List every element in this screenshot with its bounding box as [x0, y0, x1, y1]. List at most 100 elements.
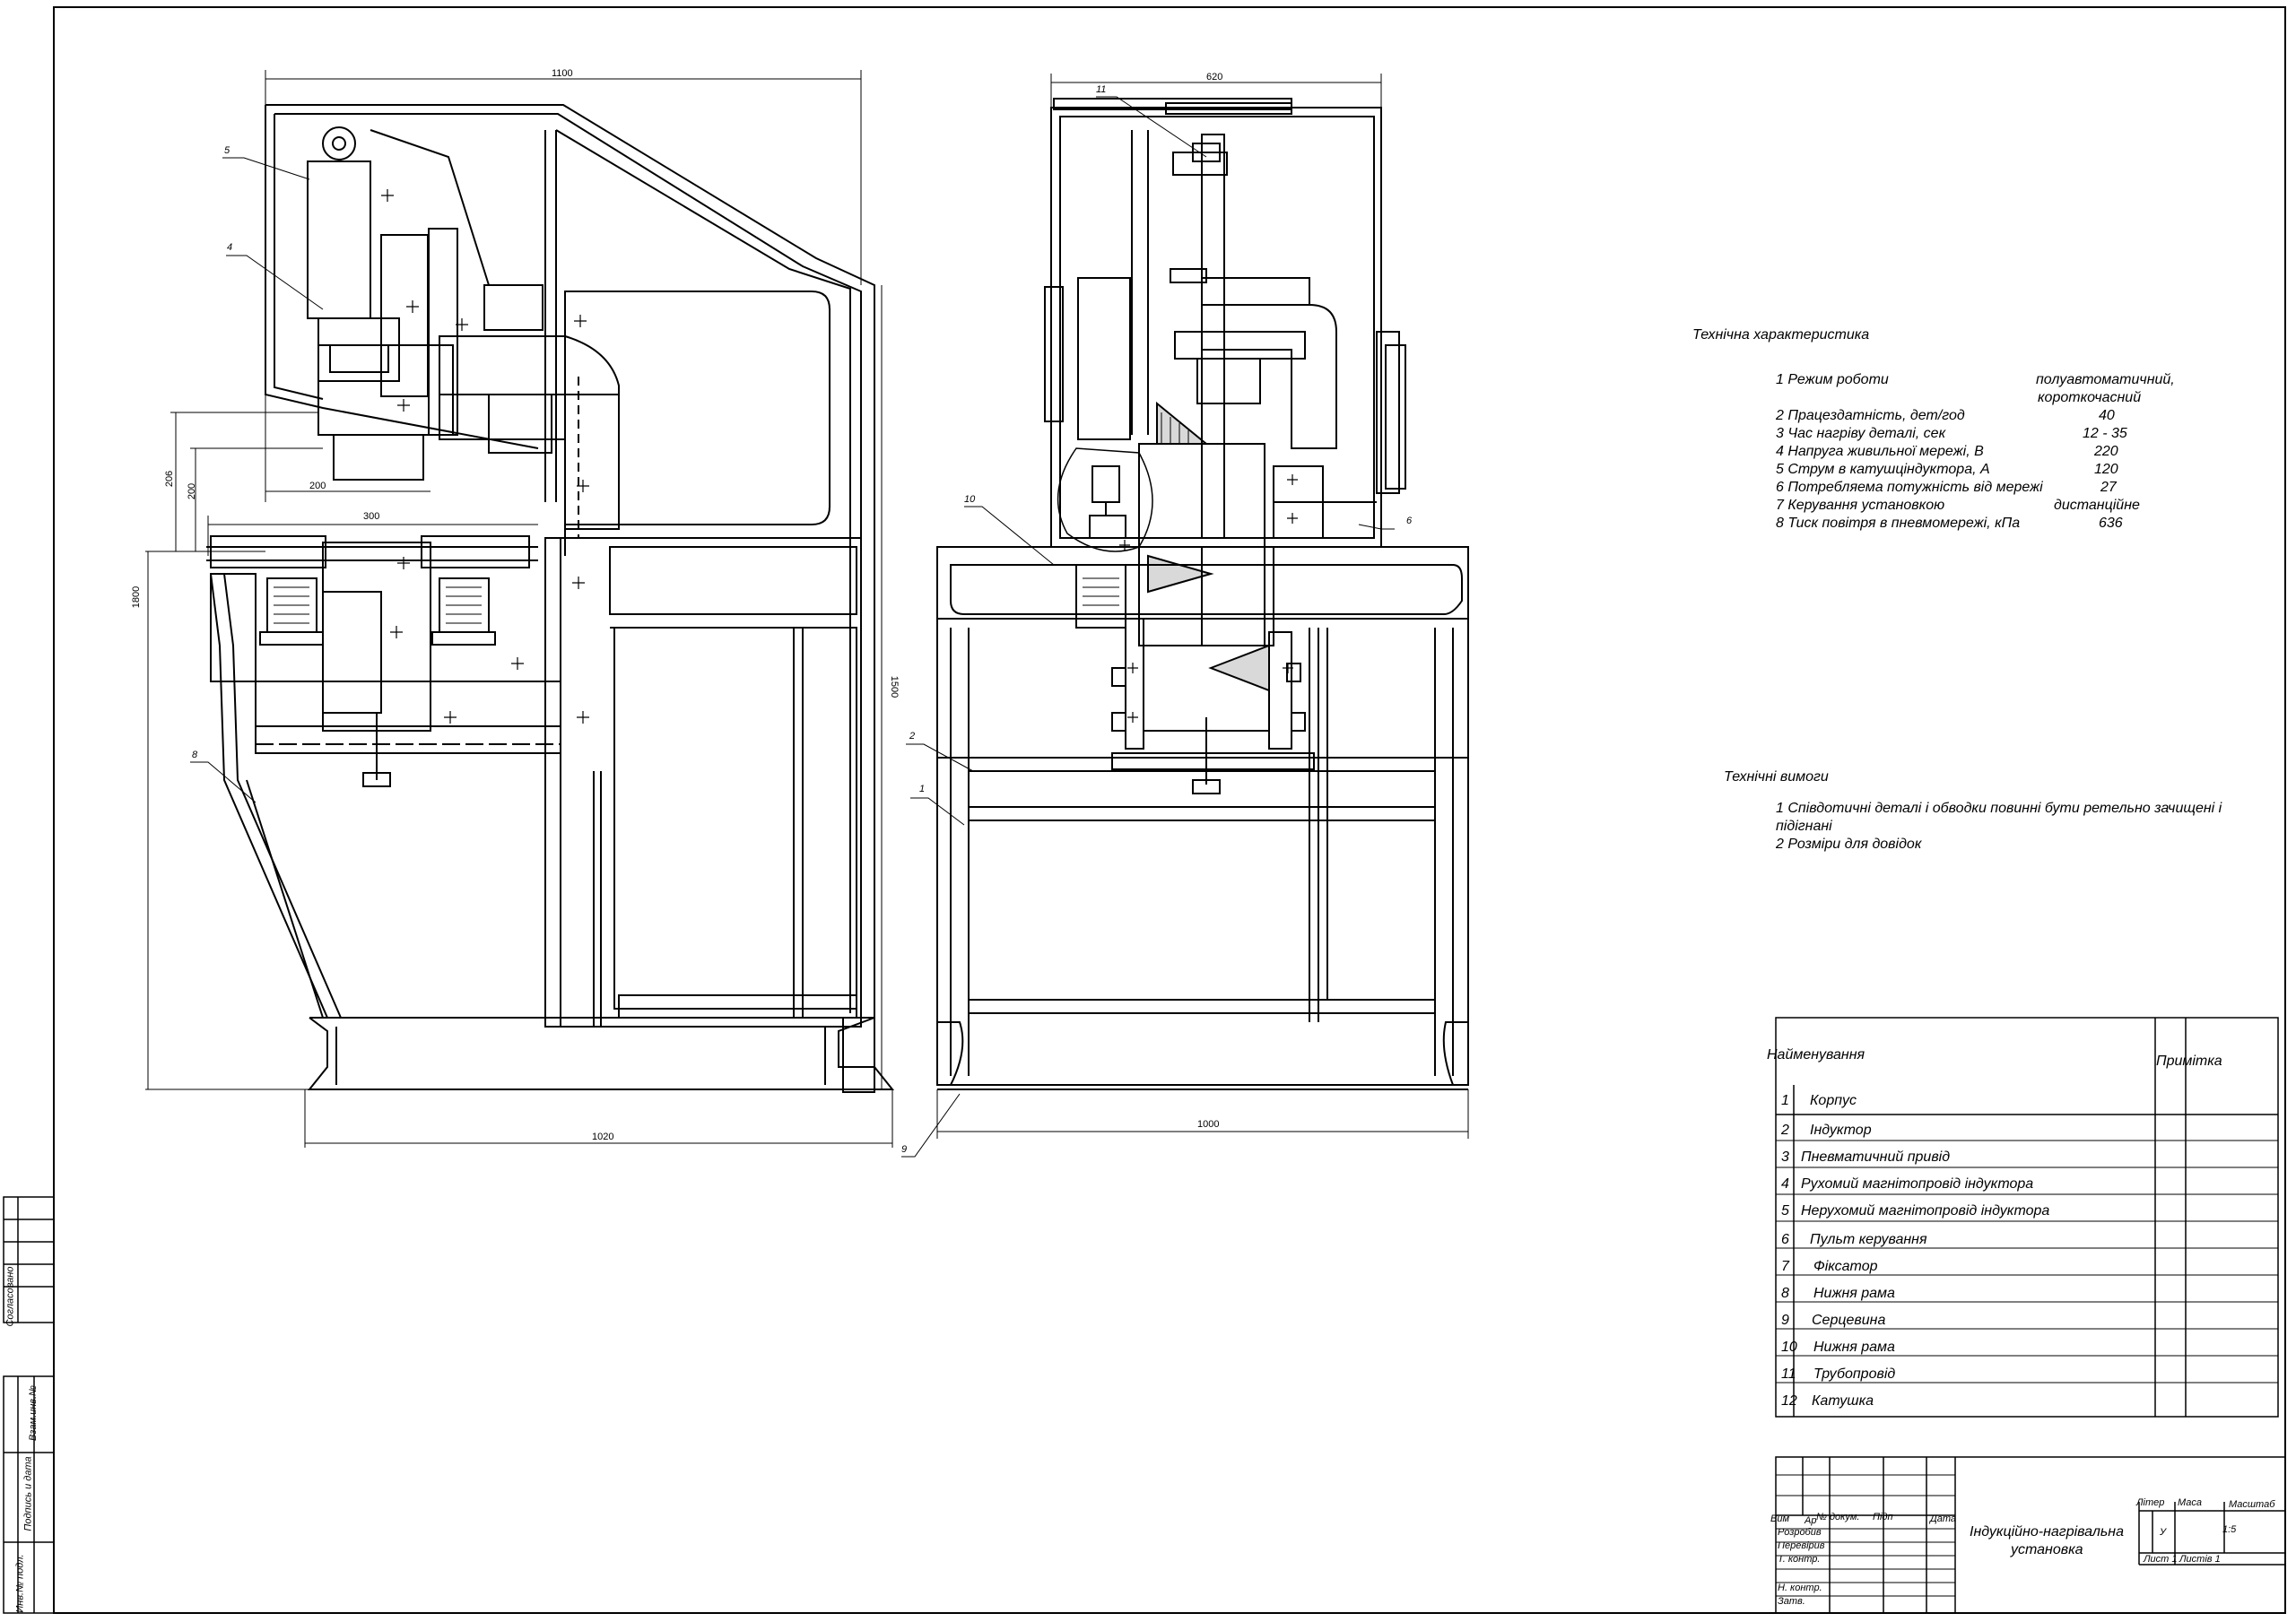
tech-value: 27	[2100, 480, 2117, 495]
callout-1: 1	[919, 784, 926, 794]
dim-300: 300	[363, 511, 380, 522]
part-num: 7	[1781, 1259, 1789, 1274]
tech-requirements-line3: 2 Розміри для довідок	[1776, 837, 1922, 852]
tech-value: 12 - 35	[2083, 426, 2127, 441]
dim-206: 206	[164, 470, 176, 488]
callout-8: 8	[192, 750, 198, 760]
tech-label: 5 Струм в катушціндуктора, А	[1776, 462, 1990, 477]
part-name: Пневматичний привід	[1801, 1149, 1951, 1165]
dim-1800: 1800	[131, 585, 143, 609]
tech-value: полуавтоматичний,	[2036, 372, 2175, 387]
parts-header-note: Примітка	[2156, 1054, 2222, 1069]
parts-header-name: Найменування	[1767, 1047, 1866, 1063]
part-num: 12	[1781, 1393, 1797, 1409]
tech-label: 8 Тиск повітря в пневмомережі, кПа	[1776, 516, 2021, 531]
part-num: 9	[1781, 1313, 1789, 1328]
col-ark: Ар	[1805, 1515, 1817, 1526]
part-name: Корпус	[1810, 1093, 1857, 1108]
tech-row: 6 Потребляема потужність від мережі 27	[1776, 480, 2188, 498]
stamp-agreed: Согласовано	[4, 1266, 16, 1327]
tb-row-tcontrol: Т. контр.	[1778, 1554, 1821, 1565]
tech-label: 6 Потребляема потужність від мережі	[1776, 480, 2043, 495]
tech-requirements-line1: 1 Співдотичні деталі і обводки повинні б…	[1776, 801, 2222, 816]
part-name: Катушка	[1812, 1393, 1874, 1409]
tech-row: короткочасний	[1776, 390, 2188, 408]
part-num: 6	[1781, 1232, 1789, 1247]
drawing-title-line2: установка	[2011, 1542, 2083, 1557]
tech-value: дистанційне	[2054, 498, 2140, 513]
tb-sheet: Лист 1	[2144, 1554, 2178, 1565]
part-name: Рухомий магнітопровід індуктора	[1801, 1176, 2034, 1192]
stamp-vzam: Взам.инв.№	[27, 1385, 39, 1441]
tb-scale-value: 1:5	[2222, 1524, 2237, 1535]
front-view	[145, 70, 895, 1148]
tb-liter: Літер	[2136, 1497, 2165, 1508]
part-num: 8	[1781, 1286, 1789, 1301]
part-num: 1	[1781, 1093, 1789, 1108]
col-vim: Вим	[1770, 1514, 1789, 1524]
callout-11: 11	[1096, 84, 1107, 95]
tech-requirements-title: Технічні вимоги	[1724, 769, 1829, 785]
tech-requirements-line2: підігнані	[1776, 819, 1832, 834]
tb-row-ncontrol: Н. контр.	[1778, 1583, 1822, 1593]
tech-label: 1 Режим роботи	[1776, 372, 1889, 387]
tech-row: 4 Напруга живильної мережі, В 220	[1776, 444, 2188, 462]
part-name: Індуктор	[1810, 1123, 1872, 1138]
part-num: 5	[1781, 1203, 1789, 1219]
tech-value: короткочасний	[2038, 390, 2142, 405]
dim-1020: 1020	[592, 1132, 614, 1142]
dim-200-horizontal: 200	[309, 481, 326, 491]
part-num: 3	[1781, 1149, 1789, 1165]
tech-label: 7 Керування установкою	[1776, 498, 1945, 513]
tech-value: 40	[2099, 408, 2115, 423]
tech-characteristics-title: Технічна характеристика	[1692, 327, 1870, 343]
part-name: Нижня рама	[1813, 1340, 1895, 1355]
tech-row: 8 Тиск повітря в пневмомережі, кПа 636	[1776, 516, 2188, 533]
part-name: Серцевина	[1812, 1313, 1886, 1328]
part-name: Нижня рама	[1813, 1286, 1895, 1301]
tech-label: 2 Працездатність, дет/год	[1776, 408, 1965, 423]
dim-1500: 1500	[889, 675, 900, 698]
dim-620: 620	[1206, 72, 1223, 82]
stamp-inv: Инв.№ подл.	[14, 1554, 26, 1613]
callout-6: 6	[1406, 516, 1413, 526]
callout-5: 5	[224, 145, 230, 156]
dim-200-vertical: 200	[187, 482, 198, 500]
col-date: Дата	[1930, 1514, 1957, 1524]
tech-characteristics-list: 1 Режим роботи полуавтоматичний, короткоч…	[1776, 372, 2188, 533]
tech-row: 2 Працездатність, дет/год 40	[1776, 408, 2188, 426]
callout-10: 10	[964, 494, 976, 505]
part-name: Пульт керування	[1810, 1232, 1927, 1247]
tech-label: 4 Напруга живильної мережі, В	[1776, 444, 1984, 459]
tech-row: 3 Час нагріву деталі, сек 12 - 35	[1776, 426, 2188, 444]
tech-value: 220	[2094, 444, 2118, 459]
col-doc: № докум.	[1816, 1512, 1860, 1522]
part-name: Нерухомий магнітопровід індуктора	[1801, 1203, 2050, 1219]
part-num: 2	[1781, 1123, 1789, 1138]
stamp-podpis: Подпись и дата	[22, 1456, 34, 1531]
tech-value: 636	[2099, 516, 2123, 531]
callout-9: 9	[901, 1144, 908, 1155]
callout-2: 2	[909, 731, 916, 742]
drawing-title-line1: Індукційно-нагрівальна	[1970, 1524, 2125, 1540]
tech-label: 3 Час нагріву деталі, сек	[1776, 426, 1946, 441]
part-num: 10	[1781, 1340, 1797, 1355]
side-view	[901, 74, 1469, 1158]
tech-row: 7 Керування установкою дистанційне	[1776, 498, 2188, 516]
tb-sheets: Листів 1	[2179, 1554, 2221, 1565]
tech-row: 5 Струм в катушціндуктора, А 120	[1776, 462, 2188, 480]
tech-row: 1 Режим роботи полуавтоматичний,	[1776, 372, 2188, 390]
dim-1000: 1000	[1197, 1119, 1220, 1130]
part-name: Трубопровід	[1813, 1366, 1896, 1382]
tb-row-developed: Розробив	[1778, 1527, 1822, 1538]
dim-1100: 1100	[552, 68, 573, 79]
tb-liter-value: У	[2160, 1527, 2167, 1538]
tb-mass: Маса	[2178, 1497, 2203, 1508]
tb-row-approved: Затв.	[1778, 1596, 1805, 1607]
tech-value: 120	[2094, 462, 2118, 477]
col-sign: Підп	[1873, 1512, 1893, 1522]
tb-row-checked: Перевірив	[1778, 1540, 1825, 1551]
callout-4: 4	[227, 242, 233, 253]
tb-scale: Масштаб	[2229, 1499, 2275, 1510]
part-name: Фіксатор	[1813, 1259, 1878, 1274]
